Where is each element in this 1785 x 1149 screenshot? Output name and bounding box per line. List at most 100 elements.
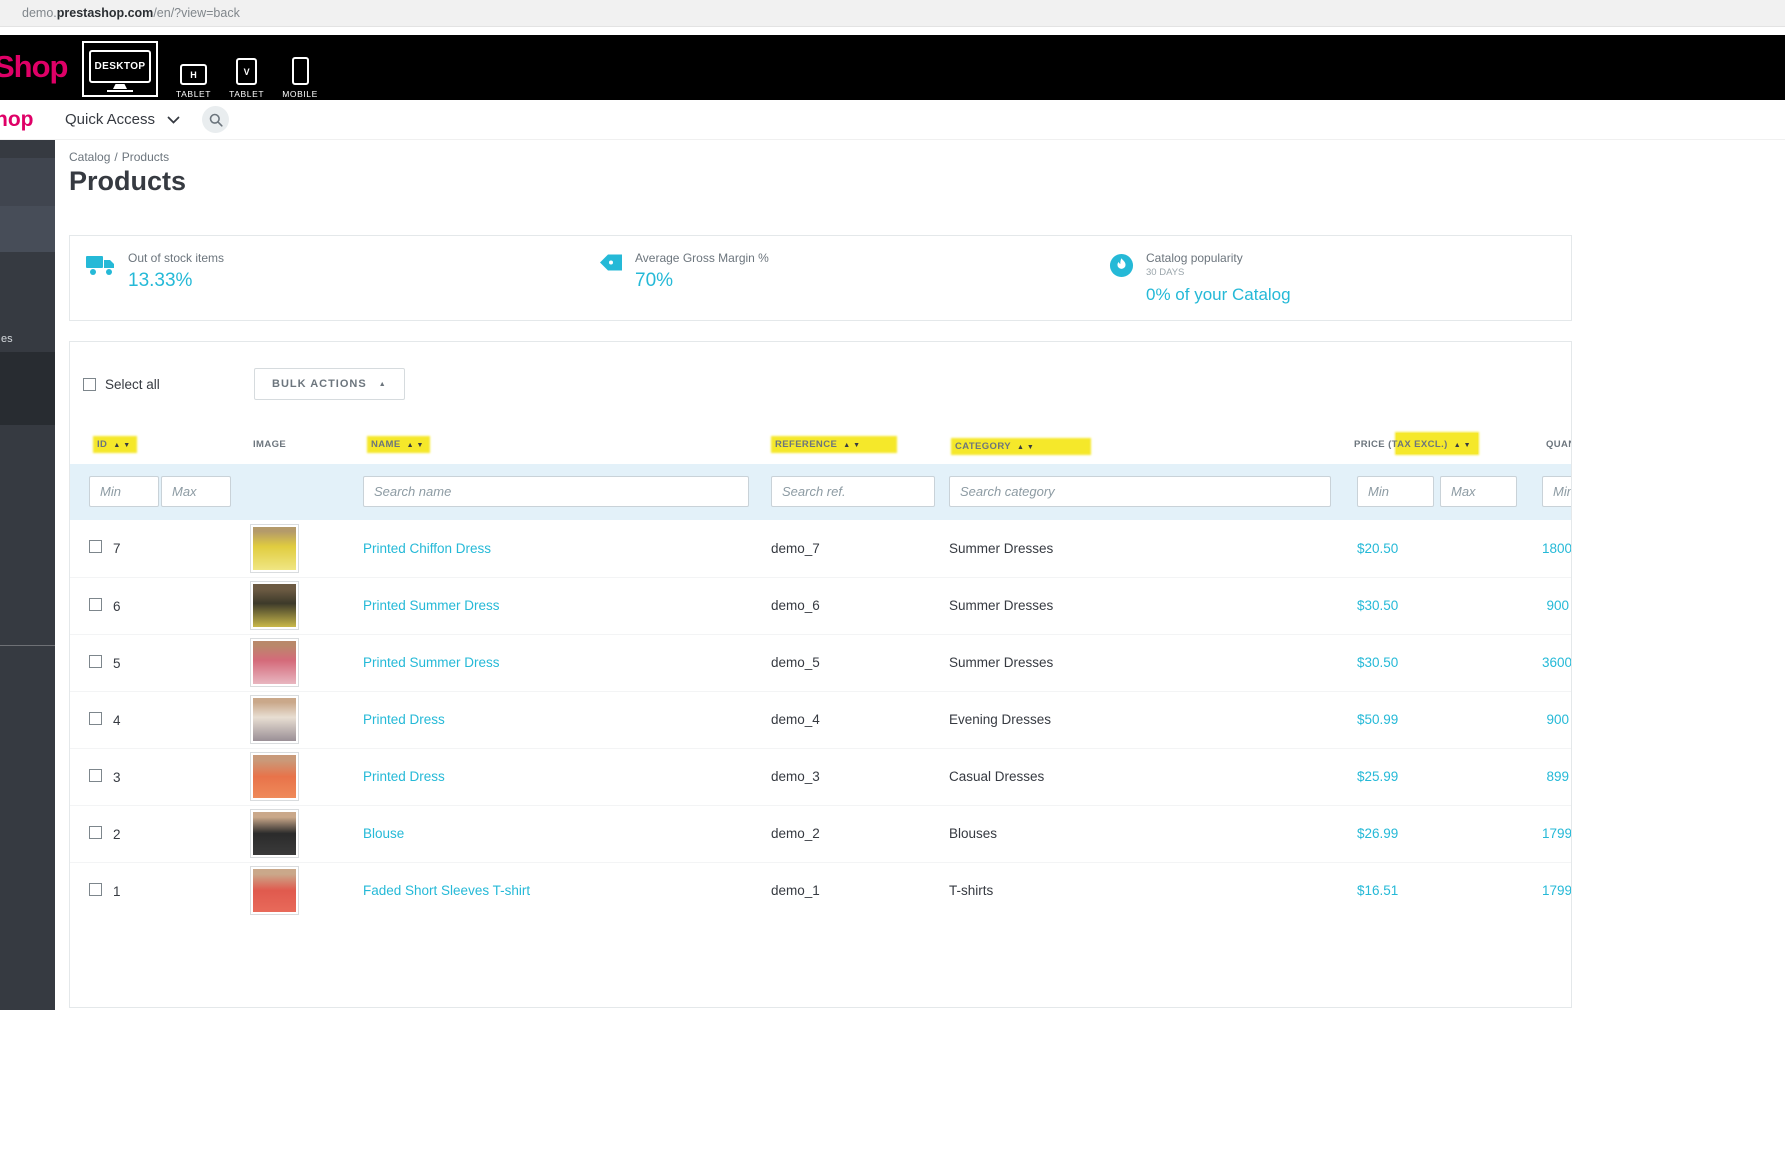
breadcrumb: Catalog / Products [69,150,1785,164]
filter-reference-input[interactable] [771,476,935,507]
product-image [253,584,296,627]
product-id: 3 [113,769,121,785]
sidebar-item[interactable] [0,206,55,252]
product-quantity: 900 [1546,712,1569,727]
row-checkbox[interactable] [89,711,102,725]
column-header-category[interactable]: CATEGORY ▲▼ [953,440,1089,453]
product-thumbnail[interactable] [250,866,299,916]
row-checkbox[interactable] [89,768,102,782]
table-header-row: ID ▲▼ IMAGE NAME ▲▼ REFERENCE ▲▼ CATEGOR… [70,423,1571,464]
product-reference: demo_6 [760,577,940,635]
breadcrumb-section[interactable]: Catalog [69,150,110,164]
sidebar-item-label-fragment[interactable]: es [1,333,13,345]
product-image [253,526,296,570]
desktop-preview-button[interactable]: DESKTOP [82,41,158,97]
product-price: $30.50 [1340,577,1530,635]
sort-arrows-icon[interactable]: ▲▼ [113,442,133,449]
filter-price-max-input[interactable] [1440,476,1517,507]
product-thumbnail[interactable] [250,581,299,630]
product-id: 5 [113,655,121,671]
caret-up-icon: ▲ [378,380,387,388]
tag-icon [599,253,623,320]
product-image [253,641,296,684]
sidebar-item[interactable] [0,158,55,206]
product-category: Evening Dresses [940,691,1340,749]
filter-id-min-input[interactable] [89,476,159,507]
column-header-reference[interactable]: REFERENCE ▲▼ [773,438,896,451]
column-header-id[interactable]: ID ▲▼ [95,438,136,451]
sort-arrows-icon[interactable]: ▲▼ [1017,444,1037,451]
col-id-label: ID [97,439,108,450]
product-quantity: 3600 [1542,655,1571,670]
product-id: 4 [113,712,121,728]
product-category: Blouses [940,805,1340,863]
kpi-label: Catalog popularity [1146,251,1243,265]
bulk-actions-button[interactable]: BULK ACTIONS ▲ [254,368,405,400]
url-path: /en/?view=back [153,6,240,20]
sort-arrows-icon[interactable]: ▲▼ [1454,442,1474,449]
desktop-monitor-icon: DESKTOP [89,50,151,83]
mobile-phone-icon [291,57,309,85]
row-checkbox[interactable] [89,540,102,554]
product-reference: demo_4 [760,691,940,749]
sidebar-section [0,352,55,425]
desktop-label: DESKTOP [94,61,146,72]
quick-access-dropdown[interactable]: Quick Access [65,111,180,128]
device-preview-bar: Shop DESKTOP H TABLET V TABLET MOBILE [0,35,1785,100]
kpi-label: Out of stock items [128,251,225,265]
row-checkbox[interactable] [89,654,102,668]
col-quantity-label: QUANTITY [1546,439,1571,450]
product-price: $50.99 [1340,691,1530,749]
product-name-link[interactable]: Printed Summer Dress [363,598,500,613]
product-thumbnail[interactable] [250,809,299,858]
bulk-actions-label: BULK ACTIONS [272,378,367,390]
select-all-control[interactable]: Select all [83,377,254,392]
main-content: Catalog / Products Products Out of stock i… [55,140,1785,1010]
products-table-container: ID ▲▼ IMAGE NAME ▲▼ REFERENCE ▲▼ CATEGOR… [70,423,1571,919]
tablet-vertical-preview-button[interactable]: V TABLET [229,39,264,99]
row-checkbox[interactable] [89,597,102,611]
kpi-out-of-stock: Out of stock items 13.33% [70,251,599,320]
tablet-horizontal-preview-button[interactable]: H TABLET [176,39,211,99]
filter-category-input[interactable] [949,476,1331,507]
tablet-horizontal-icon: H [180,64,208,85]
kpi-panel: Out of stock items 13.33% Average Gross … [69,235,1572,321]
quick-access-label: Quick Access [65,111,156,128]
product-name-link[interactable]: Printed Chiffon Dress [363,541,491,556]
product-name-link[interactable]: Printed Dress [363,769,445,784]
product-name-link[interactable]: Blouse [363,826,404,841]
search-button[interactable] [202,106,230,133]
product-name-link[interactable]: Printed Summer Dress [363,655,500,670]
product-name-link[interactable]: Printed Dress [363,712,445,727]
sort-arrows-icon[interactable]: ▲▼ [407,442,427,449]
product-thumbnail[interactable] [250,752,299,801]
truck-icon [86,253,116,320]
kpi-label: Average Gross Margin % [635,251,769,265]
select-all-label: Select all [105,376,160,392]
row-checkbox[interactable] [89,825,102,839]
select-all-checkbox[interactable] [83,377,96,391]
tablet-v-label: TABLET [229,89,265,99]
filter-name-input[interactable] [363,476,749,507]
product-category: Summer Dresses [940,577,1340,635]
product-name-link[interactable]: Faded Short Sleeves T-shirt [363,883,530,898]
products-table: ID ▲▼ IMAGE NAME ▲▼ REFERENCE ▲▼ CATEGOR… [70,423,1571,919]
product-quantity: 1800 [1542,540,1571,556]
product-thumbnail[interactable] [250,638,299,687]
filter-price-min-input[interactable] [1357,476,1434,507]
column-header-price[interactable]: PRICE (TAX EXCL.) ▲▼ [1354,433,1478,454]
product-reference: demo_3 [760,748,940,806]
column-header-quantity[interactable]: QUANTITY▲▼ [1546,439,1571,450]
filter-id-max-input[interactable] [161,476,231,507]
browser-url-bar[interactable]: demo. prestashop.com/en/?view=back [0,0,1785,27]
mobile-preview-button[interactable]: MOBILE [282,39,318,99]
flame-badge-icon [1109,253,1134,320]
filter-quantity-min-input[interactable] [1542,476,1571,507]
product-thumbnail[interactable] [250,695,299,744]
column-header-name[interactable]: NAME ▲▼ [369,438,429,451]
tablet-v-glyph: V [243,66,250,77]
row-checkbox[interactable] [89,882,102,896]
product-id: 1 [113,883,121,899]
product-thumbnail[interactable] [250,523,299,573]
sort-arrows-icon[interactable]: ▲▼ [843,442,863,449]
